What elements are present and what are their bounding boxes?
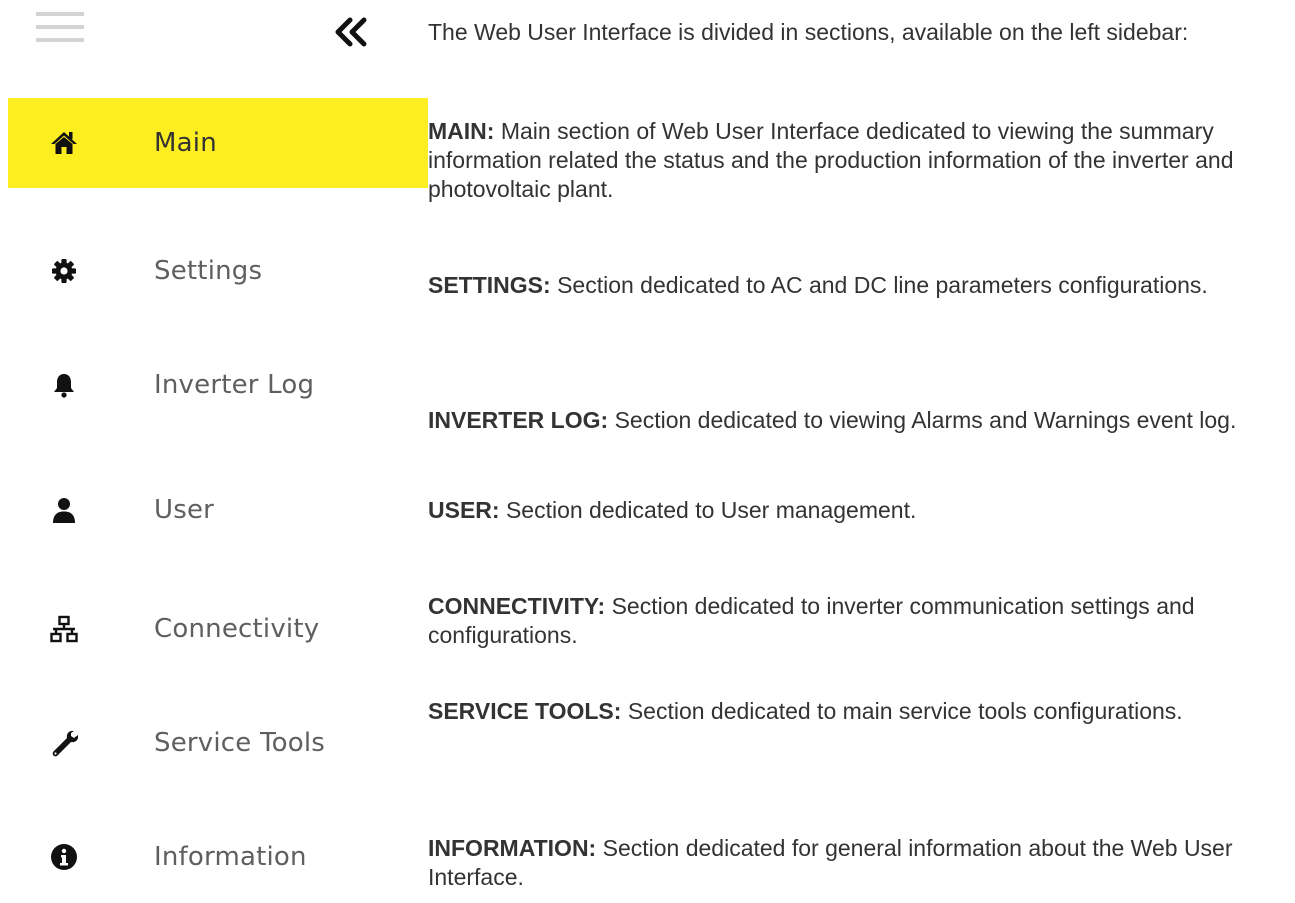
section-text: Section dedicated to User management. [505, 497, 917, 523]
section-title: USER: [428, 497, 500, 523]
network-icon [50, 615, 78, 643]
section-description-settings: SETTINGS: Section dedicated to AC and DC… [428, 271, 1288, 300]
section-title: SETTINGS: [428, 272, 551, 298]
sidebar-item-label: Inverter Log [154, 370, 315, 400]
wrench-icon [50, 729, 78, 757]
section-description-service-tools: SERVICE TOOLS: Section dedicated to main… [428, 697, 1288, 726]
section-description-user: USER: Section dedicated to User manageme… [428, 496, 1288, 525]
hamburger-icon[interactable] [36, 12, 84, 48]
sidebar-item-label: User [154, 495, 215, 525]
sidebar-item-label: Information [154, 842, 307, 872]
section-title: SERVICE TOOLS: [428, 698, 622, 724]
info-icon [50, 843, 78, 871]
sidebar-item-inverter-log[interactable]: Inverter Log [8, 340, 428, 430]
sidebar-item-connectivity[interactable]: Connectivity [8, 584, 428, 674]
double-chevron-left-icon[interactable] [330, 12, 374, 52]
home-icon [50, 129, 78, 157]
section-text: Main section of Web User Interface dedic… [428, 118, 1234, 202]
sidebar-item-information[interactable]: Information [8, 812, 428, 902]
section-description-information: INFORMATION: Section dedicated for gener… [428, 834, 1288, 892]
sidebar-item-label: Settings [154, 256, 263, 286]
sidebar-item-label: Connectivity [154, 614, 320, 644]
sidebar-item-main[interactable]: Main [8, 98, 428, 188]
sidebar-item-user[interactable]: User [8, 465, 428, 555]
sidebar-item-label: Service Tools [154, 728, 326, 758]
gear-icon [50, 257, 78, 285]
section-title: CONNECTIVITY: [428, 593, 606, 619]
bell-icon [50, 371, 78, 399]
sidebar: Main Settings Inverter Log User Connecti… [0, 0, 428, 903]
sidebar-item-settings[interactable]: Settings [8, 226, 428, 316]
section-description-connectivity: CONNECTIVITY: Section dedicated to inver… [428, 592, 1288, 650]
section-description-inverter-log: INVERTER LOG: Section dedicated to viewi… [428, 406, 1288, 435]
sidebar-item-service-tools[interactable]: Service Tools [8, 698, 428, 788]
section-description-main: MAIN: Main section of Web User Interface… [428, 117, 1288, 204]
section-title: MAIN: [428, 118, 495, 144]
section-title: INFORMATION: [428, 835, 597, 861]
intro-text: The Web User Interface is divided in sec… [428, 19, 1189, 45]
section-text: Section dedicated to viewing Alarms and … [614, 407, 1237, 433]
user-icon [50, 496, 78, 524]
section-title: INVERTER LOG: [428, 407, 609, 433]
section-text: Section dedicated to main service tools … [627, 698, 1183, 724]
section-text: Section dedicated to AC and DC line para… [557, 272, 1208, 298]
sidebar-item-label: Main [154, 128, 217, 158]
